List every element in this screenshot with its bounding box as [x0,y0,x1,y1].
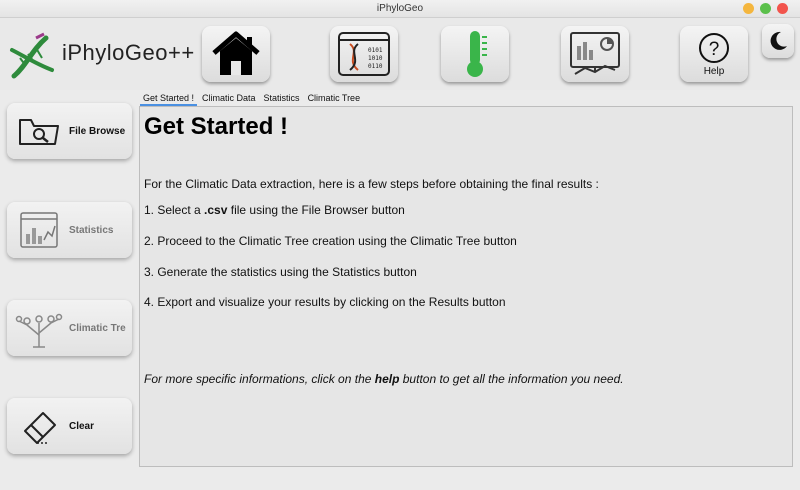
tab-statistics[interactable]: Statistics [261,92,303,106]
home-button[interactable] [202,26,270,82]
step-1: 1. Select a .csv file using the File Bro… [144,203,405,217]
help-note-suffix: button to get all the information you ne… [399,372,624,386]
thermometer-icon [467,31,487,77]
climatic-tree-label: Climatic Tre [69,322,126,334]
tab-climatic-tree[interactable]: Climatic Tree [305,92,364,106]
help-label: Help [703,66,725,77]
statistics-icon [20,212,58,248]
moon-icon [770,31,787,50]
tab-climatic-data[interactable]: Climatic Data [199,92,259,106]
file-browse-button[interactable]: File Browse [7,103,132,159]
window-title: iPhyloGeo [376,3,424,14]
svg-text:0110: 0110 [368,63,383,70]
statistics-label: Statistics [69,224,114,236]
help-note: For more specific informations, click on… [144,372,624,386]
step-1-suffix: file using the File Browser button [227,203,405,217]
minimize-button[interactable] [743,3,754,14]
question-icon: ? [699,33,729,63]
window-titlebar: iPhyloGeo [0,0,800,18]
svg-text:1010: 1010 [368,55,383,62]
tab-get-started[interactable]: Get Started ! [140,92,198,106]
help-note-keyword: help [374,372,400,386]
results-button[interactable] [561,26,629,82]
clear-label: Clear [69,420,95,432]
help-button[interactable]: ? Help [680,26,748,82]
step-3: 3. Generate the statistics using the Sta… [144,265,417,279]
step-4: 4. Export and visualize your results by … [144,295,506,309]
dna-icon: 0101 1010 0110 [338,32,390,76]
maximize-button[interactable] [760,3,771,14]
stats-dashboard-icon [570,32,620,75]
climatic-data-button[interactable] [441,26,509,82]
theme-toggle-button[interactable] [762,24,794,58]
folder-search-icon [19,119,59,145]
svg-text:?: ? [709,39,720,60]
clear-button[interactable]: Clear [7,398,132,454]
dna-data-button[interactable]: 0101 1010 0110 [330,26,398,82]
statistics-button[interactable]: Statistics [7,202,132,258]
climatic-tree-button[interactable]: Climatic Tre [7,300,132,356]
step-1-extension: .csv [204,203,228,217]
window-controls [743,3,788,14]
top-toolbar: iPhyloGeo++ 0101 1010 0110 ? Help [0,18,800,90]
close-button[interactable] [777,3,788,14]
page-title: Get Started ! [144,113,289,140]
svg-text:0101: 0101 [368,47,383,54]
dna-logo-icon [10,32,54,79]
file-browse-label: File Browse [69,125,126,137]
main-content-panel: Get Started ! For the Climatic Data extr… [139,106,793,467]
eraser-icon [24,412,56,444]
tab-bar: Get Started ! Climatic Data Statistics C… [140,92,365,106]
step-2: 2. Proceed to the Climatic Tree creation… [144,234,517,248]
home-icon [212,31,260,75]
intro-text: For the Climatic Data extraction, here i… [144,177,599,191]
help-note-prefix: For more specific informations, click on… [144,372,375,386]
app-name: iPhyloGeo++ [62,40,195,65]
step-1-prefix: 1. Select a [144,203,205,217]
tree-icon [15,313,63,348]
